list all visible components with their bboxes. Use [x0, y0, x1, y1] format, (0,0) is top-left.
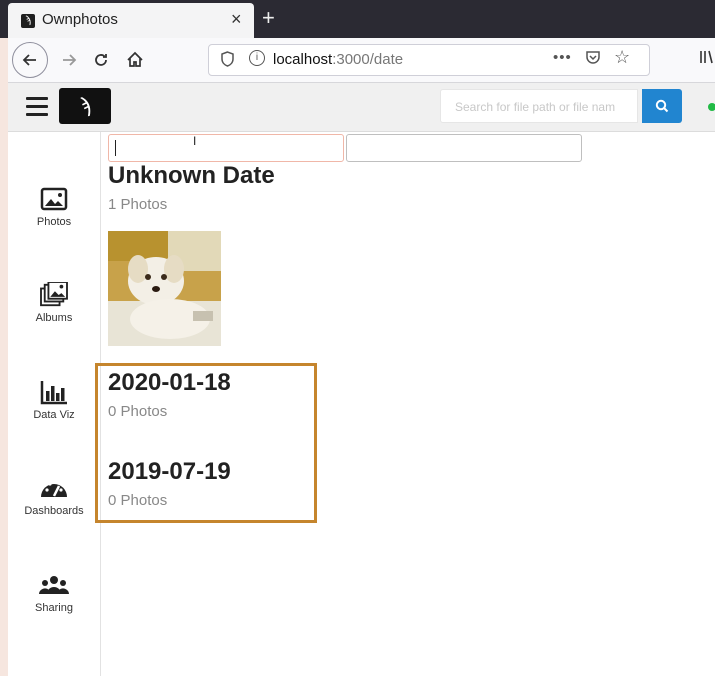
main-content: I Unknown Date 1 Photos 2020-01-18 0 Pho…: [95, 132, 715, 676]
sidebar-item-data-viz[interactable]: Data Viz: [8, 379, 100, 421]
sidebar-item-dashboards[interactable]: Dashboards: [8, 475, 100, 517]
browser-tab-bar: ϡ Ownphotos × +: [0, 0, 715, 38]
arrow-right-icon: [63, 54, 77, 66]
url-host: localhost: [273, 51, 333, 68]
home-icon: [127, 51, 143, 67]
albums-icon: [40, 282, 68, 307]
app-header: ϡ Search for file path or file nam: [8, 83, 715, 132]
reload-icon: [95, 54, 107, 66]
ownphotos-logo[interactable]: ϡ: [59, 88, 111, 124]
photo-thumbnail[interactable]: [108, 231, 221, 346]
status-indicator: [708, 103, 715, 111]
window-left-edge: [0, 38, 8, 676]
sidebar-item-albums[interactable]: Albums: [8, 282, 100, 324]
highlight-box: [95, 363, 317, 523]
pocket-icon[interactable]: [585, 49, 601, 69]
arrow-left-icon: [22, 54, 36, 66]
library-icon[interactable]: [698, 49, 714, 69]
photo-icon: [40, 187, 68, 211]
sidebar-item-label: Photos: [36, 216, 72, 228]
search-button[interactable]: [642, 89, 682, 123]
url-text: localhost:3000/date: [273, 51, 403, 68]
tab-title: Ownphotos: [42, 11, 118, 28]
url-bar[interactable]: i localhost:3000/date ••• ☆: [208, 44, 650, 76]
shield-icon: [221, 51, 234, 70]
sidebar-item-photos[interactable]: Photos: [8, 186, 100, 228]
ownphotos-favicon-icon: ϡ: [21, 14, 35, 28]
search-icon: [655, 99, 669, 113]
sidebar-item-label: Dashboards: [24, 505, 84, 517]
home-button[interactable]: [120, 45, 150, 75]
sidebar-item-sharing[interactable]: Sharing: [8, 572, 100, 614]
date-group-title: Unknown Date: [108, 162, 275, 189]
date-filter-input[interactable]: I: [108, 134, 344, 162]
new-tab-button[interactable]: +: [262, 5, 275, 31]
sidebar-item-label: Data Viz: [33, 409, 75, 421]
sidebar: Photos Albums Data Viz Dashboards Sharin…: [8, 132, 101, 676]
secondary-filter-input[interactable]: [346, 134, 582, 162]
users-icon: [39, 576, 69, 594]
url-path: :3000/date: [332, 51, 404, 68]
reload-button[interactable]: [86, 45, 116, 75]
text-caret: [115, 140, 116, 156]
menu-hamburger-icon[interactable]: [26, 97, 48, 121]
tab-close-icon[interactable]: ×: [231, 9, 242, 30]
bar-chart-icon: [40, 381, 67, 405]
forward-button[interactable]: [54, 45, 84, 75]
bookmark-star-icon[interactable]: ☆: [614, 47, 630, 68]
search-input[interactable]: Search for file path or file nam: [440, 89, 638, 123]
dashboard-icon: [41, 482, 67, 497]
info-icon[interactable]: i: [249, 50, 265, 66]
date-group-count: 1 Photos: [108, 196, 168, 213]
sidebar-item-label: Albums: [35, 312, 73, 324]
sidebar-item-label: Sharing: [35, 602, 73, 614]
browser-nav-bar: i localhost:3000/date ••• ☆: [8, 38, 715, 83]
mouse-cursor-icon: I: [193, 134, 197, 148]
back-button[interactable]: [12, 42, 48, 78]
browser-tab[interactable]: ϡ Ownphotos ×: [8, 3, 254, 38]
dog-photo-image: [108, 231, 221, 346]
page-actions-icon[interactable]: •••: [553, 49, 572, 66]
